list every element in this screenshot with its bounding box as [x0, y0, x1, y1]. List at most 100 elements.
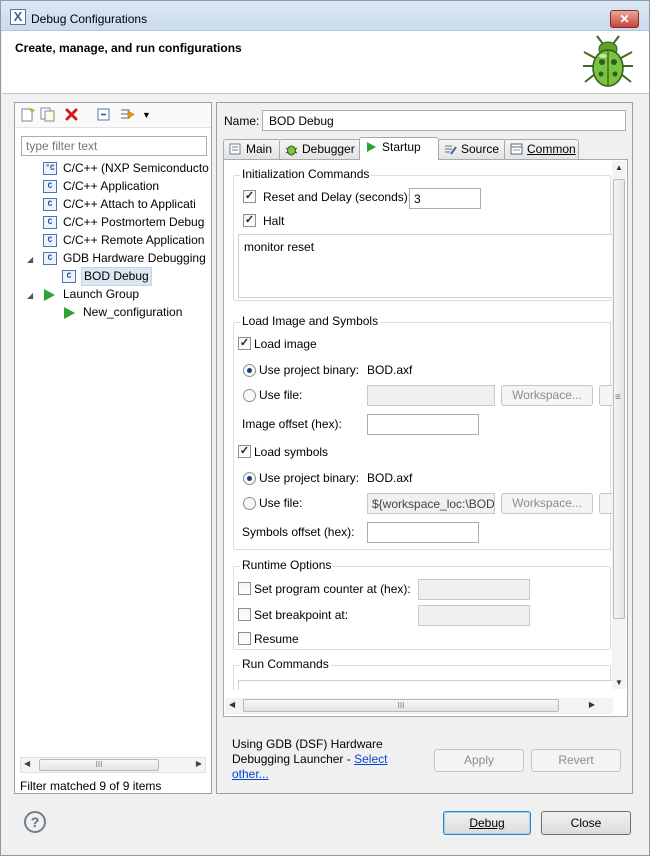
scroll-right-icon[interactable]: ▶ [589, 700, 595, 709]
scroll-left-icon[interactable]: ◀ [24, 759, 30, 768]
configuration-tree: °C C/C++ (NXP Semiconducto C C/C++ Appli… [27, 161, 209, 319]
symbols-filesystem-button[interactable] [599, 493, 613, 514]
symbols-use-file-radio[interactable] [243, 497, 256, 510]
horizontal-scroll-thumb[interactable]: III [243, 699, 559, 712]
set-pc-label: Set program counter at (hex): [254, 582, 411, 596]
revert-button[interactable]: Revert [531, 749, 621, 772]
load-symbols-label: Load symbols [254, 445, 329, 459]
symbols-project-binary-radio[interactable] [243, 472, 256, 485]
debug-button[interactable]: Debug [443, 811, 531, 835]
c-postmortem-icon: C [43, 216, 57, 229]
name-input[interactable]: BOD Debug [262, 110, 626, 131]
scroll-thumb[interactable]: III [39, 759, 159, 771]
reset-delay-input[interactable]: 3 [409, 188, 481, 209]
init-commands-textarea[interactable]: monitor reset [238, 234, 613, 298]
vertical-scroll-thumb[interactable]: ≡ [613, 179, 625, 619]
symbols-project-binary-value: BOD.axf [367, 471, 413, 485]
title-bar: X Debug Configurations ✕ [1, 1, 649, 31]
symbols-file-input[interactable]: ${workspace_loc:\BOD\ [367, 493, 495, 514]
expanded-triangle-icon[interactable]: ◢ [27, 251, 33, 268]
load-symbols-checkbox[interactable]: ✓ [238, 445, 251, 458]
runtime-options-title: Runtime Options [240, 558, 334, 572]
scroll-up-icon[interactable]: ▲ [615, 163, 623, 172]
tab-source[interactable]: Source [438, 139, 506, 160]
tab-common[interactable]: Common [504, 139, 579, 160]
image-project-binary-label: Use project binary: [259, 363, 360, 377]
init-commands-title: Initialization Commands [240, 167, 372, 181]
image-file-input[interactable] [367, 385, 495, 406]
filter-input[interactable] [21, 136, 207, 156]
load-image-title: Load Image and Symbols [240, 314, 381, 328]
app-icon: X [10, 9, 26, 25]
symbols-workspace-button[interactable]: Workspace... [501, 493, 593, 514]
halt-label: Halt [263, 214, 285, 228]
reset-delay-label: Reset and Delay (seconds): [263, 190, 412, 204]
image-offset-input[interactable] [367, 414, 479, 435]
startup-horizontal-scrollbar[interactable]: ◀ III ▶ [225, 698, 613, 714]
load-image-checkbox[interactable]: ✓ [238, 337, 251, 350]
expanded-triangle-icon[interactable]: ◢ [27, 287, 33, 304]
startup-scroll-area: Initialization Commands ✓ Reset and Dela… [229, 160, 613, 690]
view-menu-chevron-down-icon[interactable]: ▼ [138, 107, 155, 124]
dialog-header: Create, manage, and run configurations [2, 31, 649, 94]
common-icon [509, 143, 523, 156]
window-close-button[interactable]: ✕ [610, 10, 639, 28]
close-button[interactable]: Close [541, 811, 631, 835]
runtime-options-group: Runtime Options Set program counter at (… [233, 558, 611, 650]
tab-startup[interactable]: Startup [359, 137, 439, 160]
launch-config-icon [64, 307, 75, 319]
image-use-file-label: Use file: [259, 388, 303, 402]
run-commands-textarea[interactable] [238, 680, 613, 690]
symbols-project-binary-label: Use project binary: [259, 471, 360, 485]
tree-toolbar: ▼ [15, 103, 211, 128]
symbols-offset-label: Symbols offset (hex): [242, 525, 355, 539]
configuration-tree-pane: ▼ °C C/C++ (NXP Semiconducto C C/C++ App… [14, 102, 212, 794]
tab-main[interactable]: Main [223, 139, 281, 160]
image-offset-label: Image offset (hex): [242, 417, 342, 431]
debug-configurations-window: X Debug Configurations ✕ Create, manage,… [0, 0, 650, 856]
c-gdb-icon: C [43, 252, 57, 265]
image-filesystem-button[interactable] [599, 385, 613, 406]
set-breakpoint-input[interactable] [418, 605, 530, 626]
startup-play-icon [364, 141, 378, 154]
scroll-down-icon[interactable]: ▼ [615, 678, 623, 687]
resume-checkbox[interactable] [238, 632, 251, 645]
resume-label: Resume [254, 632, 299, 646]
image-project-binary-value: BOD.axf [367, 363, 413, 377]
set-breakpoint-checkbox[interactable] [238, 608, 251, 621]
collapse-all-icon[interactable] [95, 107, 112, 124]
tab-bar: Main Debugger Startup Source Common [223, 137, 628, 160]
image-workspace-button[interactable]: Workspace... [501, 385, 593, 406]
help-icon[interactable]: ? [24, 811, 46, 833]
dialog-title: Create, manage, and run configurations [15, 41, 242, 55]
reset-delay-checkbox[interactable]: ✓ [243, 190, 256, 203]
run-commands-title: Run Commands [240, 657, 331, 671]
set-pc-input[interactable] [418, 579, 530, 600]
main-tab-icon [228, 143, 242, 156]
image-use-file-radio[interactable] [243, 389, 256, 402]
delete-config-icon[interactable] [63, 107, 80, 124]
c-config-icon: C [62, 270, 76, 283]
load-image-group: Load Image and Symbols ✓ Load image Use … [233, 314, 613, 550]
new-config-icon[interactable] [19, 107, 36, 124]
filter-icon[interactable] [119, 107, 136, 124]
run-commands-group: Run Commands [233, 657, 613, 690]
symbols-offset-input[interactable] [367, 522, 479, 543]
duplicate-config-icon[interactable] [39, 107, 56, 124]
load-image-label: Load image [254, 337, 317, 351]
halt-checkbox[interactable]: ✓ [243, 214, 256, 227]
scroll-left-icon[interactable]: ◀ [229, 700, 235, 709]
tree-horizontal-scrollbar[interactable]: ◀ III ▶ [20, 757, 206, 773]
image-project-binary-radio[interactable] [243, 364, 256, 377]
filter-status: Filter matched 9 of 9 items [20, 779, 162, 793]
symbols-use-file-label: Use file: [259, 496, 303, 510]
c-nxp-icon: °C [43, 162, 57, 175]
bug-icon [583, 35, 633, 87]
set-pc-checkbox[interactable] [238, 582, 251, 595]
apply-button[interactable]: Apply [434, 749, 524, 772]
tab-debugger[interactable]: Debugger [279, 139, 361, 160]
init-commands-group: Initialization Commands ✓ Reset and Dela… [233, 167, 613, 301]
c-remote-icon: C [43, 234, 57, 247]
scroll-right-icon[interactable]: ▶ [196, 759, 202, 768]
startup-vertical-scrollbar[interactable]: ▲ ≡ ▼ [612, 161, 626, 689]
